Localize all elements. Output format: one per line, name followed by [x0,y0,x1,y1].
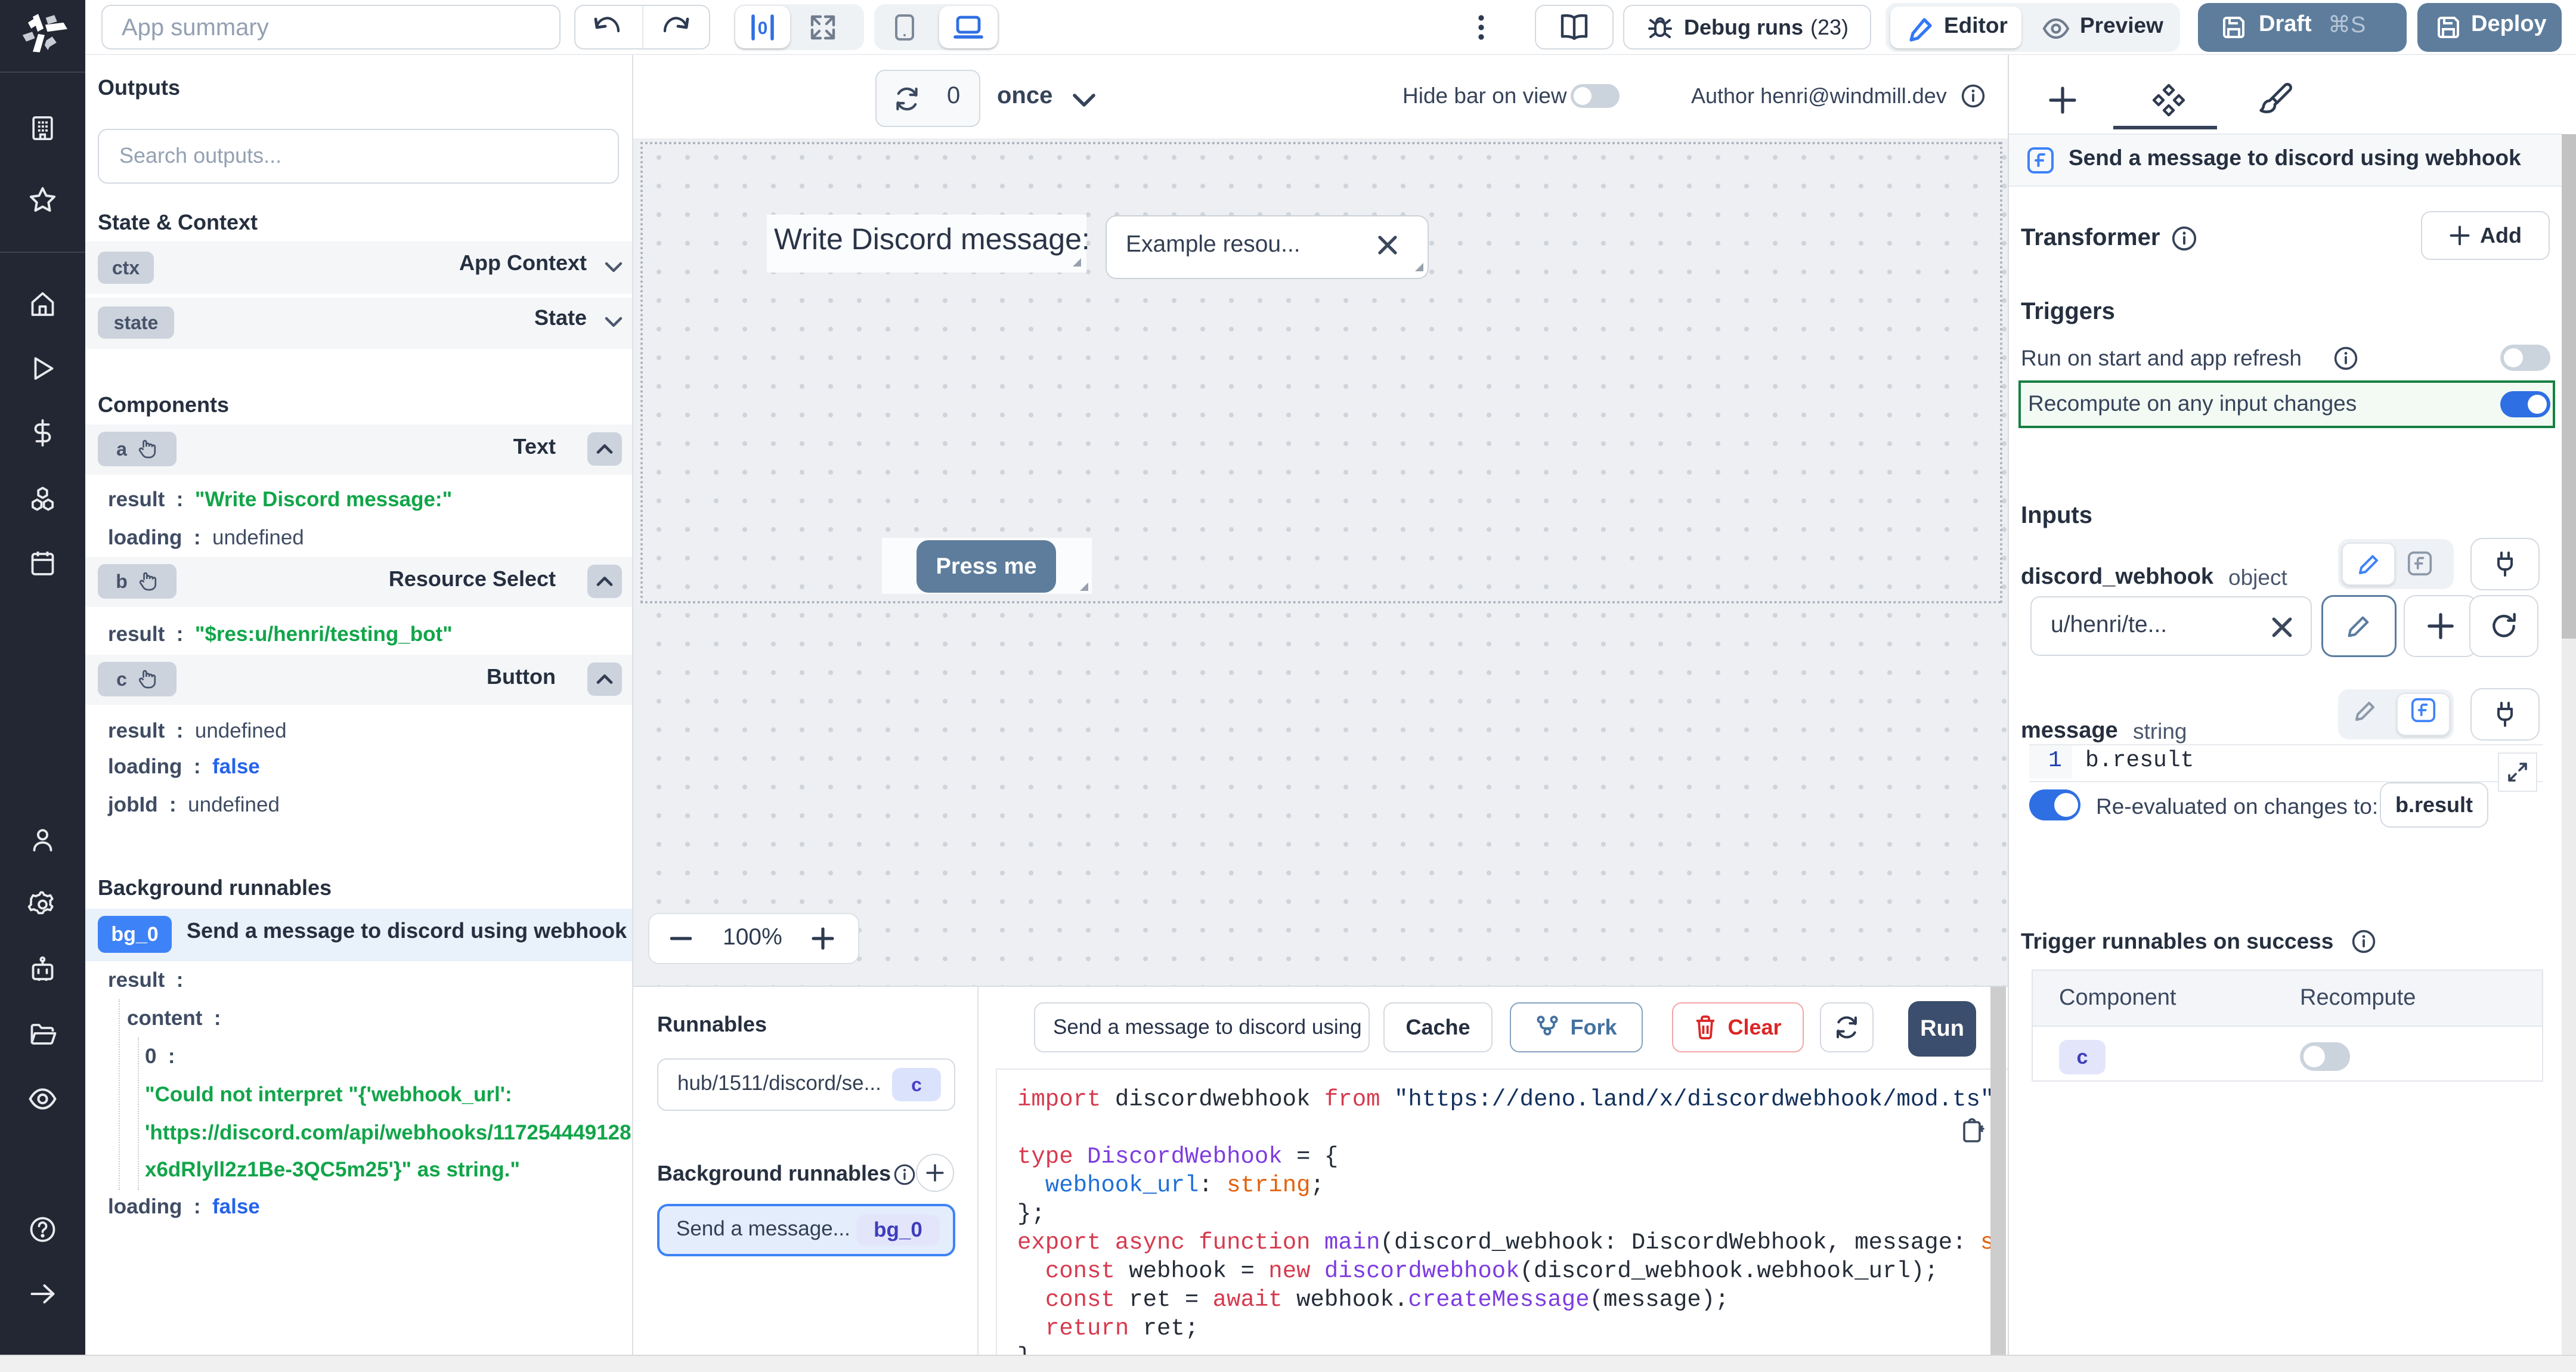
svg-text:0: 0 [758,18,768,38]
